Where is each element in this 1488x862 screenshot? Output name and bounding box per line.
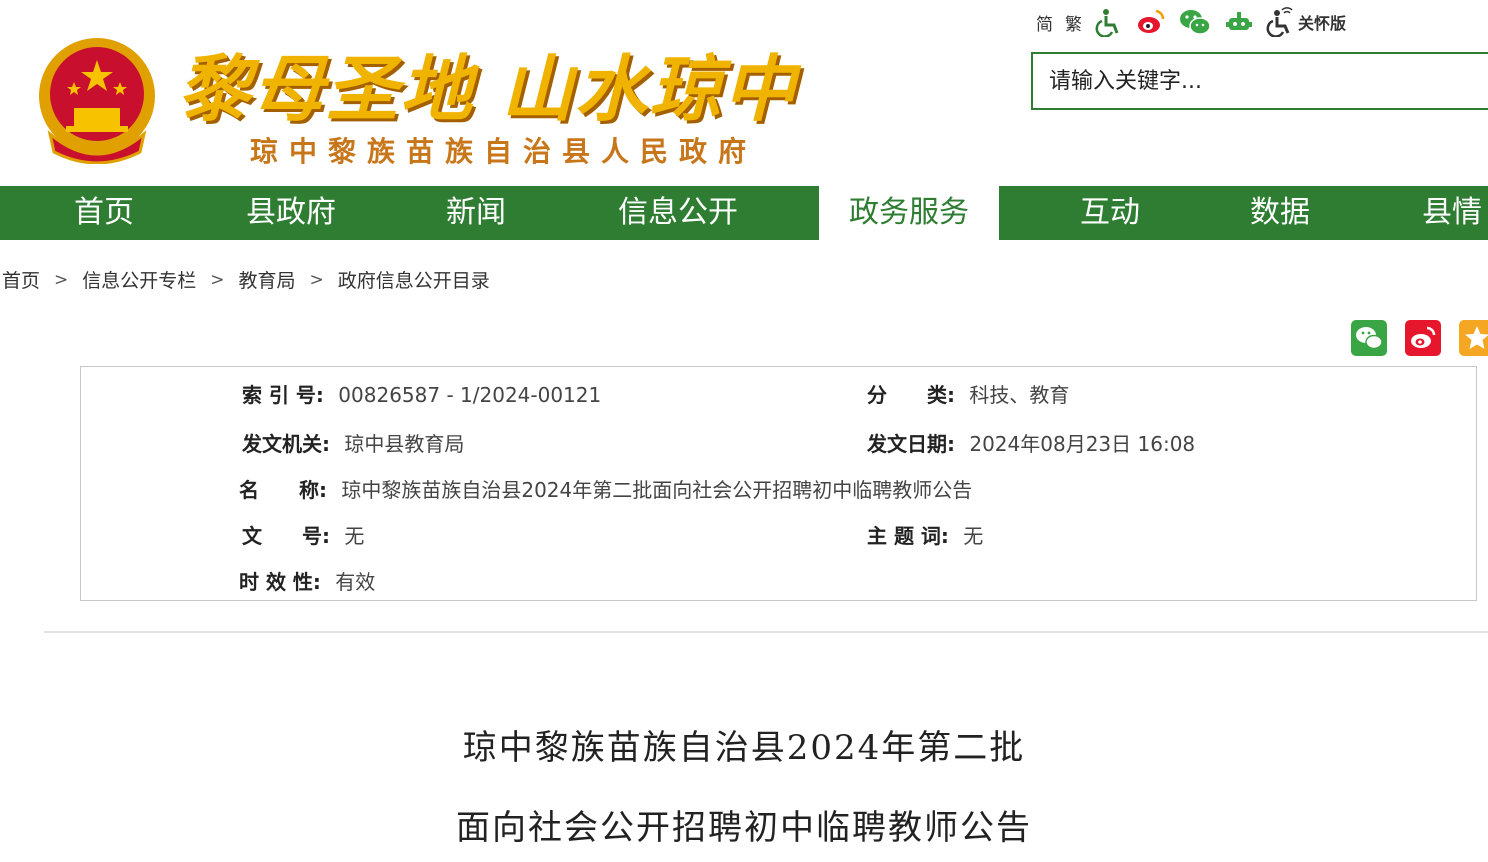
nav-item-home[interactable]: 首页 (74, 186, 134, 240)
care-mode-button[interactable]: 关怀版 (1266, 7, 1346, 37)
meta-issuer-value: 琼中县教育局 (344, 432, 465, 456)
meta-doc-no-label: 文 号: (242, 524, 330, 548)
meta-subject-label: 主 题 词: (867, 524, 949, 548)
nav-item-news[interactable]: 新闻 (446, 186, 506, 240)
mini-program-robot-icon[interactable] (1224, 7, 1254, 37)
nav-item-data[interactable]: 数据 (1250, 186, 1310, 240)
meta-name-value: 琼中黎族苗族自治县2024年第二批面向社会公开招聘初中临聘教师公告 (341, 478, 973, 502)
breadcrumb: 首页 > 信息公开专栏 > 教育局 > 政府信息公开目录 (2, 266, 490, 293)
meta-validity-value: 有效 (335, 570, 376, 594)
breadcrumb-education-bureau[interactable]: 教育局 (239, 266, 296, 293)
meta-subject-words: 主 题 词: 无 (867, 520, 983, 549)
weibo-icon[interactable] (1136, 7, 1166, 37)
nav-item-county-profile[interactable]: 县情 (1422, 186, 1482, 240)
content-divider (44, 631, 1488, 633)
meta-category: 分 类: 科技、教育 (867, 379, 1069, 408)
meta-document-number: 文 号: 无 (242, 520, 364, 549)
article-title-line-2: 面向社会公开招聘初中临聘教师公告 (456, 808, 1032, 848)
meta-index-label: 索 引 号: (242, 383, 324, 407)
site-header: 黎母圣地 山水琼中 琼中黎族苗族自治县人民政府 简 繁 关怀版 请输入关键字..… (0, 0, 1488, 186)
breadcrumb-separator: > (210, 269, 225, 290)
nav-item-information-disclosure[interactable]: 信息公开 (618, 186, 738, 240)
simplified-chinese-link[interactable]: 简 (1036, 10, 1053, 35)
meta-validity: 时 效 性: 有效 (239, 566, 375, 595)
breadcrumb-separator: > (309, 269, 324, 290)
meta-name: 名 称: 琼中黎族苗族自治县2024年第二批面向社会公开招聘初中临聘教师公告 (239, 474, 972, 503)
header-toolbar: 简 繁 关怀版 (1036, 6, 1346, 38)
breadcrumb-info-column[interactable]: 信息公开专栏 (82, 266, 196, 293)
document-metadata-box: 索 引 号: 00826587 - 1/2024-00121 分 类: 科技、教… (80, 366, 1477, 601)
nav-item-government-services[interactable]: 政务服务 (819, 186, 999, 240)
nav-item-interaction[interactable]: 互动 (1080, 186, 1140, 240)
share-qzone-star-icon[interactable] (1459, 320, 1488, 356)
search-box (1031, 52, 1488, 110)
site-subtitle: 琼中黎族苗族自治县人民政府 (250, 135, 758, 168)
main-nav: 首页 县政府 新闻 信息公开 政务服务 互动 数据 县情 (0, 186, 1488, 240)
meta-subject-value: 无 (963, 524, 984, 548)
wechat-icon[interactable] (1178, 7, 1212, 37)
share-weibo-icon[interactable] (1405, 320, 1441, 356)
nav-item-county-government[interactable]: 县政府 (246, 186, 336, 240)
breadcrumb-home[interactable]: 首页 (2, 266, 40, 293)
article-title-line-1: 琼中黎族苗族自治县2024年第二批 (462, 728, 1026, 768)
care-mode-label: 关怀版 (1298, 14, 1347, 33)
meta-issuer-label: 发文机关: (242, 432, 330, 456)
search-input[interactable] (1033, 54, 1488, 108)
meta-issue-date: 发文日期: 2024年08月23日 16:08 (867, 428, 1195, 457)
breadcrumb-disclosure-catalog[interactable]: 政府信息公开目录 (338, 266, 490, 293)
meta-date-value: 2024年08月23日 16:08 (969, 432, 1196, 456)
meta-category-label: 分 类: (867, 383, 955, 407)
meta-issuer: 发文机关: 琼中县教育局 (242, 428, 464, 457)
meta-date-label: 发文日期: (867, 432, 955, 456)
meta-name-label: 名 称: (239, 478, 327, 502)
meta-validity-label: 时 效 性: (239, 570, 321, 594)
care-mode-icon (1266, 7, 1293, 37)
breadcrumb-separator: > (54, 269, 69, 290)
share-wechat-icon[interactable] (1351, 320, 1387, 356)
meta-doc-no-value: 无 (344, 524, 365, 548)
site-slogan: 黎母圣地 山水琼中 (178, 46, 798, 131)
meta-category-value: 科技、教育 (969, 383, 1070, 407)
national-emblem-logo[interactable] (36, 34, 158, 164)
meta-index-value: 00826587 - 1/2024-00121 (338, 383, 602, 407)
accessibility-icon[interactable] (1094, 7, 1124, 37)
meta-index-number: 索 引 号: 00826587 - 1/2024-00121 (242, 379, 601, 408)
traditional-chinese-link[interactable]: 繁 (1065, 10, 1082, 35)
